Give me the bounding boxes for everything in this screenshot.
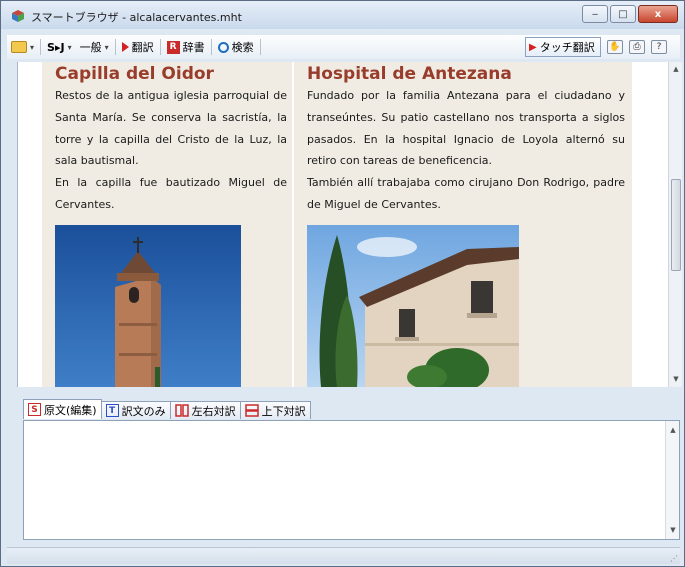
search-button[interactable]: 検索	[214, 37, 258, 57]
touch-translate-button[interactable]: ▶ タッチ翻訳	[525, 37, 601, 57]
tab-source-edit-label: 原文(編集)	[44, 403, 97, 417]
scroll-down-icon[interactable]: ▼	[671, 374, 681, 384]
chevron-down-icon: ▾	[30, 42, 35, 52]
app-window: スマートブラウザ - alcalacervantes.mht ‒ □ x ▾ S…	[0, 0, 685, 567]
chevron-down-icon: ▾	[67, 42, 72, 52]
translate-button[interactable]: 翻訳	[118, 37, 158, 57]
translation-t-icon: T	[105, 404, 119, 417]
editor-scrollbar[interactable]: ▲ ▼	[665, 421, 679, 539]
tab-translation-only-label: 訳文のみ	[121, 404, 166, 418]
close-button[interactable]: x	[638, 5, 678, 23]
tab-side-by-side[interactable]: 左右対訳	[169, 401, 241, 419]
tab-side-by-side-label: 左右対訳	[191, 404, 236, 418]
source-s-icon: S	[28, 403, 41, 416]
search-label: 検索	[231, 41, 254, 54]
scroll-up-icon[interactable]: ▲	[671, 64, 681, 74]
left-paragraph-2: En la capilla fue bautizado Miguel de Ce…	[55, 176, 287, 211]
dictionary-icon: R	[166, 40, 180, 54]
source-text-editor[interactable]: ▲ ▼	[23, 420, 680, 540]
help-icon[interactable]: ?	[651, 40, 667, 54]
language-direction-dropdown[interactable]: S▸J ▾	[43, 37, 76, 57]
language-direction-label: S▸J	[47, 40, 65, 54]
right-toolbar-icons: ✋ ⎙ ?	[607, 37, 667, 57]
right-paragraph-1: Fundado por la familia Antezana para el …	[307, 89, 625, 168]
left-column: Capilla del Oidor Restos de la antigua i…	[55, 64, 287, 216]
tab-top-bottom[interactable]: 上下対訳	[239, 401, 311, 419]
right-column: Hospital de Antezana Fundado por la fami…	[307, 64, 625, 216]
chevron-down-icon: ▾	[104, 42, 109, 52]
app-cube-icon	[12, 10, 24, 22]
content-scrollbar[interactable]: ▲ ▼	[668, 62, 682, 387]
field-label: 一般	[79, 41, 102, 54]
toolbar-divider	[114, 39, 116, 55]
right-paragraph-2: También allí trabajaba como cirujano Don…	[307, 176, 625, 211]
scroll-down-icon[interactable]: ▼	[668, 525, 678, 535]
hand-tool-icon[interactable]: ✋	[607, 40, 623, 54]
side-by-side-icon	[174, 404, 189, 417]
window-title: スマートブラウザ - alcalacervantes.mht	[31, 11, 242, 24]
toolbar-divider	[210, 39, 212, 55]
tab-source-edit[interactable]: S 原文(編集)	[23, 399, 102, 419]
search-icon	[217, 41, 229, 53]
field-dropdown[interactable]: 一般 ▾	[76, 37, 113, 57]
hospital-building-photo	[307, 225, 519, 387]
translate-label: 翻訳	[131, 41, 154, 54]
open-file-button[interactable]: ▾	[7, 37, 38, 57]
maximize-button[interactable]: □	[610, 5, 636, 23]
folder-icon	[11, 41, 27, 53]
dictionary-button[interactable]: R 辞書	[163, 37, 209, 57]
top-bottom-icon	[244, 404, 259, 417]
print-icon[interactable]: ⎙	[629, 40, 645, 54]
toolbar-divider	[40, 39, 42, 55]
tab-top-bottom-label: 上下対訳	[261, 404, 306, 418]
touch-translate-label: タッチ翻訳	[539, 41, 595, 54]
view-mode-tabs: S 原文(編集) T 訳文のみ 左右対訳 上下対訳	[23, 399, 311, 419]
touch-pointer-icon: ▶	[529, 41, 537, 53]
browser-content[interactable]: Capilla del Oidor Restos de la antigua i…	[17, 62, 669, 387]
status-bar: ⋰	[7, 547, 680, 564]
window-controls: ‒ □ x	[582, 5, 678, 23]
tab-translation-only[interactable]: T 訳文のみ	[100, 401, 171, 419]
right-heading: Hospital de Antezana	[307, 64, 512, 84]
left-heading: Capilla del Oidor	[55, 64, 214, 84]
scroll-up-icon[interactable]: ▲	[668, 425, 678, 435]
left-paragraph-1: Restos de la antigua iglesia parroquial …	[55, 89, 287, 168]
church-tower-photo	[55, 225, 241, 387]
toolbar-divider	[159, 39, 161, 55]
minimize-button[interactable]: ‒	[582, 5, 608, 23]
title-bar[interactable]: スマートブラウザ - alcalacervantes.mht ‒ □ x	[1, 1, 684, 29]
dictionary-label: 辞書	[182, 41, 205, 54]
scrollbar-thumb[interactable]	[671, 179, 681, 271]
toolbar-divider	[259, 39, 261, 55]
play-icon	[121, 42, 129, 52]
resize-grip-icon[interactable]: ⋰	[670, 554, 678, 563]
